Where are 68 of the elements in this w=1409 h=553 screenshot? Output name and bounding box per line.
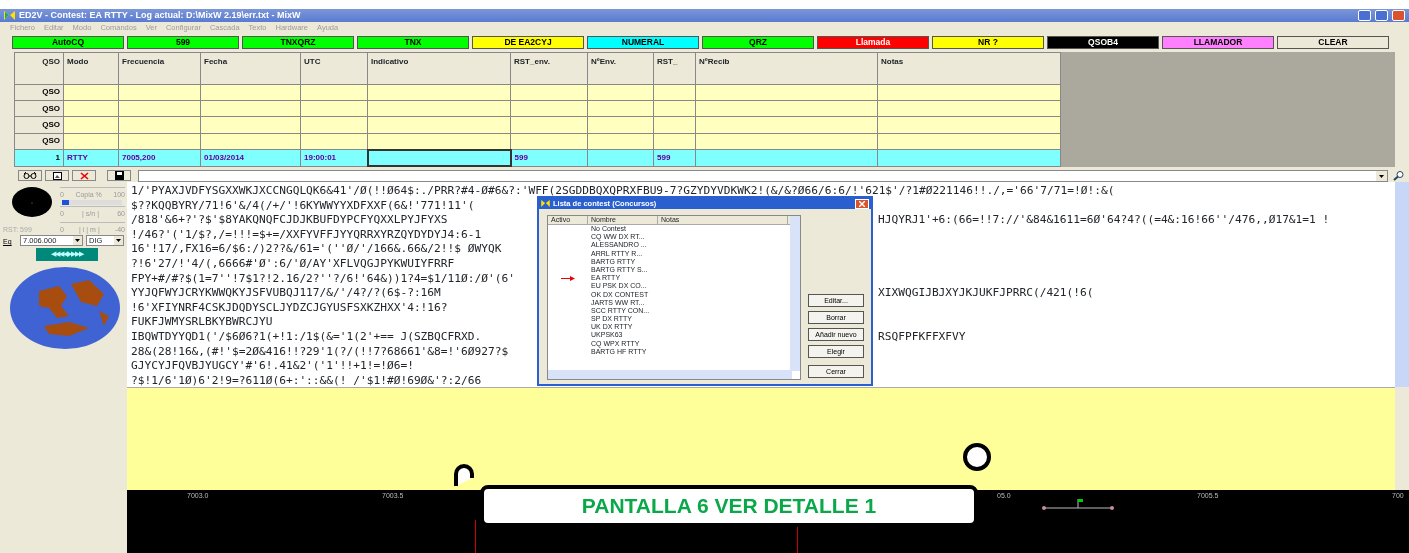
macro-button[interactable]: 599: [127, 36, 239, 49]
minimize-button[interactable]: [1358, 10, 1371, 21]
macro-button[interactable]: LLAMADOR: [1162, 36, 1274, 49]
delete-icon: [79, 171, 89, 180]
app-logo-icon: [4, 11, 15, 20]
search-icon[interactable]: [1393, 170, 1405, 181]
list-scrollbar[interactable]: [790, 216, 800, 371]
received-text: GJYCYJFQVBJYUGCY'#'6!.41&2'('1'!!+1!=!Ø6=!: [131, 359, 414, 374]
macro-button[interactable]: AutoCQ: [12, 36, 124, 49]
list-scrollbar[interactable]: [548, 370, 792, 379]
received-text: FUKFJWMYSRLBKYBWRCJYU: [131, 315, 273, 330]
column-header: Fecha: [200, 52, 301, 85]
close-button[interactable]: [1392, 10, 1405, 21]
glasses-icon: [23, 172, 37, 179]
column-header: UTC: [300, 52, 368, 85]
received-text: 28&(28!16&,(#!'$=2Ø&416!!?29'1(?/(!!7?68661'&8=!'6Ø927?$: [131, 344, 509, 360]
received-text: ?$!1/6'1Ø)6'2!9=?611Ø(6+:'::&&(! /'$1!#Ø!69Ø&'?:2/66: [131, 373, 482, 389]
toolbar-button[interactable]: [45, 170, 69, 181]
received-text: IBQWTDYYQD1('/$6Ø6?1(+!1:/1$(&='1(2'+== J(SZBQCFRXD.: [131, 329, 483, 345]
received-text: !/46?'('1/$?,/=!!!=$+=/XXFYVFFJYYQRRXYRZQYDYDYJ4:6-1: [131, 227, 482, 243]
callsign-input[interactable]: [367, 149, 511, 166]
picture-icon: [52, 171, 62, 180]
macro-button[interactable]: NR ?: [932, 36, 1044, 49]
macro-button[interactable]: DE EA2CYJ: [472, 36, 584, 49]
received-text: HJQYRJ1'+6:(66=!!7://'&84&1611=6Ø'64?4?((=4&:16!66''/476,,Ø17&1=1 !: [878, 213, 1330, 228]
frequency-line: [475, 520, 476, 553]
column-header: Indicativo: [367, 52, 511, 85]
toolbar-button[interactable]: [107, 170, 131, 181]
received-text: 1/'PYAXJVDFYSGXXWKJXCCNGQLQK6&41'/Ø(!!Ø64$:./PRR?#4-Ø#6&?:'WFF(2SGDDBQXQPRXFBU9-7?GZYDYVDKWK2!(&/&?Ø66/6:6/!'621$'/?1#Ø221146!!./,='66'7/71=!Ø!:&(: [131, 184, 1115, 199]
column-header: NºEnv.: [587, 52, 654, 85]
macro-button[interactable]: QSOB4: [1047, 36, 1159, 49]
macro-button[interactable]: CLEAR: [1277, 36, 1389, 49]
macro-button[interactable]: TNX: [357, 36, 469, 49]
received-text: XIXWQGIJBJXYJKJUKFJPRRC(/421(!6(: [878, 286, 1094, 301]
app-logo-icon: [541, 200, 550, 207]
macro-button[interactable]: QRZ: [702, 36, 814, 49]
vertical-scrollbar[interactable]: [1395, 182, 1409, 387]
restore-button[interactable]: [1375, 10, 1388, 21]
macro-button[interactable]: NUMERAL: [587, 36, 699, 49]
command-field[interactable]: [138, 169, 1388, 182]
macro-button[interactable]: TNXQRZ: [242, 36, 354, 49]
window-title: ED2V - Contest: EA RTTY - Log actual: D:\MixW 2.19\err.txt - MixW: [19, 8, 301, 22]
received-text: ?!6'27/!'4/(,6666#'Ø':6/'Ø/AY'XFLVQGJPYKWUIYFRRF: [131, 256, 455, 272]
macro-button[interactable]: Llamada: [817, 36, 929, 49]
dropdown-arrow-icon[interactable]: [73, 236, 82, 245]
received-text: /818'&6+?'?$'$8YAKQNQFCJDJKBUFDYPCFYQXXLPYJFYXS: [131, 213, 449, 228]
column-header: QSO: [14, 52, 64, 85]
banner-text: PANTALLA 6 VER DETALLE 1: [581, 493, 877, 520]
received-text: !6'XFIYNRF4CSKJDQDYSCLJYDZCJGYUSFSXKZHXX'4:!16?: [131, 300, 448, 316]
column-header: RST_env.: [510, 52, 588, 85]
column-header: Frecuencia: [118, 52, 201, 85]
column-header: Notas: [877, 52, 1061, 85]
tuning-scope-drawing: [12, 187, 52, 217]
dropdown-arrow-icon[interactable]: [114, 236, 123, 245]
toolbar-button[interactable]: [18, 170, 42, 181]
received-text: 16'!17/,FX16=6/$6:/)2??&/61='(''Ø/'/166&.66&/2!!$ ØWYQK: [131, 242, 502, 257]
save-icon: [114, 171, 124, 180]
close-icon: [859, 200, 865, 207]
received-text: FPY+#/#?$(1=7''!7$1?!2.16/2?''?/6!'64&))1?4=$1/11Ø:/Ø'(6': [131, 271, 515, 287]
received-text: RSQFPFKFFXFVY: [878, 329, 966, 345]
received-text: YYJQFWYJCRYKWWQKYJSFVUBQJ117/&/'/4?/?(6$-?:16M: [131, 286, 442, 301]
column-header: NºRecib: [695, 52, 878, 85]
received-text: $??KQQBYRY/71!6'&/4(/+/'!6KYWWYYXDFXXF(6&!'771!11'(: [131, 198, 475, 214]
tuning-marker-drawing: [1042, 498, 1114, 512]
column-header: RST_: [653, 52, 696, 85]
scroll-curl-drawing: [962, 442, 992, 472]
column-header: Modo: [63, 52, 119, 85]
close-button[interactable]: [855, 198, 869, 209]
